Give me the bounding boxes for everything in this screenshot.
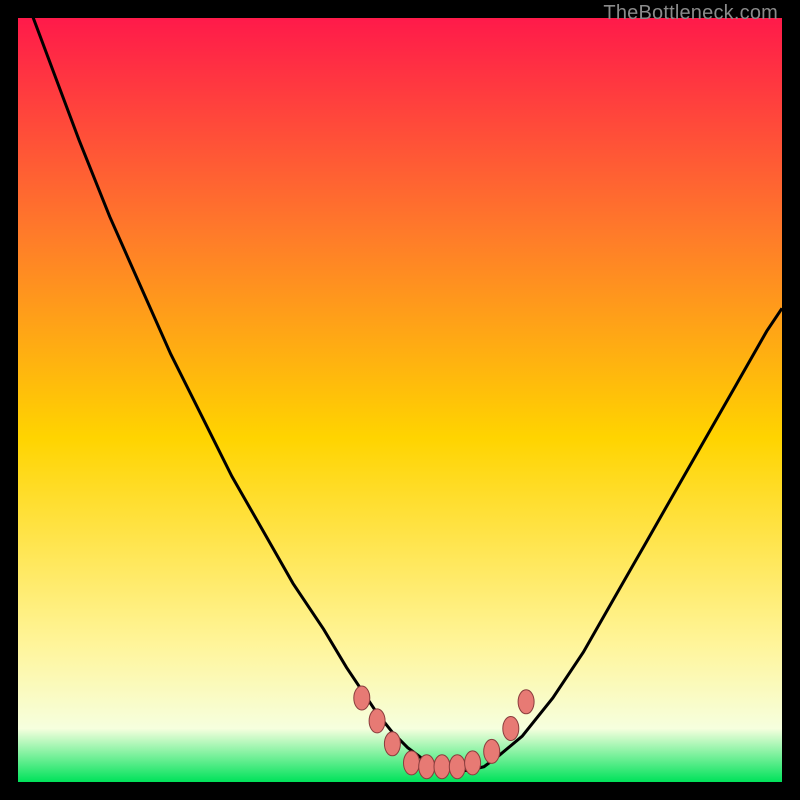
watermark-text: TheBottleneck.com bbox=[603, 2, 778, 25]
chart-frame bbox=[18, 18, 782, 782]
curve-marker bbox=[354, 686, 370, 710]
curve-marker bbox=[434, 755, 450, 779]
bottleneck-chart bbox=[18, 18, 782, 782]
curve-marker bbox=[419, 755, 435, 779]
curve-marker bbox=[384, 732, 400, 756]
gradient-background bbox=[18, 18, 782, 782]
curve-marker bbox=[484, 739, 500, 763]
curve-marker bbox=[465, 751, 481, 775]
curve-marker bbox=[449, 755, 465, 779]
curve-marker bbox=[404, 751, 420, 775]
curve-marker bbox=[518, 690, 534, 714]
curve-marker bbox=[503, 717, 519, 741]
curve-marker bbox=[369, 709, 385, 733]
